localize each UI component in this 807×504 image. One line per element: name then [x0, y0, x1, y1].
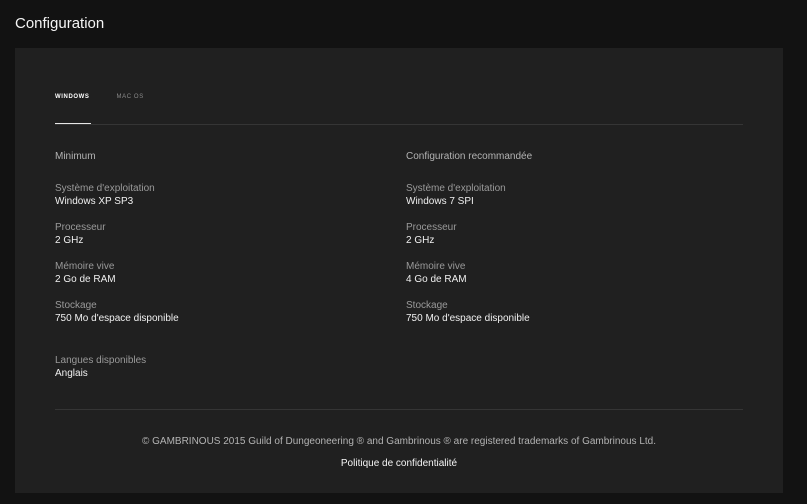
page: Configuration WINDOWS MAC OS Minimum Sys… [0, 0, 807, 504]
os-tabs: WINDOWS MAC OS [55, 94, 144, 126]
page-title: Configuration [15, 15, 105, 32]
minimum-column: Minimum Système d'exploitation Windows X… [55, 151, 355, 338]
recommended-column: Configuration recommandée Système d'expl… [406, 151, 706, 338]
tab-mac-os[interactable]: MAC OS [117, 94, 144, 126]
spec-label: Système d'exploitation [55, 183, 155, 194]
configuration-panel: WINDOWS MAC OS Minimum Système d'exploit… [15, 48, 783, 493]
spec-value: 2 Go de RAM [55, 274, 116, 285]
copyright-text: © GAMBRINOUS 2015 Guild of Dungeoneering… [141, 436, 656, 447]
tab-windows[interactable]: WINDOWS [55, 94, 91, 126]
spec-label: Processeur [406, 222, 457, 233]
spec-label: Stockage [55, 300, 97, 311]
languages-value: Anglais [55, 368, 88, 379]
spec-value: 2 GHz [406, 235, 435, 246]
min-spec-processor: Processeur 2 GHz [55, 221, 355, 247]
spec-label: Processeur [55, 222, 106, 233]
tabs-divider [55, 124, 743, 125]
spec-value: 750 Mo d'espace disponible [406, 313, 530, 324]
footer-divider [55, 409, 743, 410]
privacy-policy-link[interactable]: Politique de confidentialité [15, 458, 783, 469]
recommended-title: Configuration recommandée [406, 151, 533, 162]
spec-value: Windows 7 SPI [406, 196, 474, 207]
min-spec-storage: Stockage 750 Mo d'espace disponible [55, 299, 355, 325]
spec-value: 4 Go de RAM [406, 274, 467, 285]
spec-label: Système d'exploitation [406, 183, 506, 194]
spec-value: 750 Mo d'espace disponible [55, 313, 179, 324]
rec-spec-memory: Mémoire vive 4 Go de RAM [406, 260, 706, 286]
spec-label: Mémoire vive [55, 261, 115, 272]
spec-label: Mémoire vive [406, 261, 466, 272]
min-spec-memory: Mémoire vive 2 Go de RAM [55, 260, 355, 286]
languages-label: Langues disponibles [55, 355, 147, 366]
spec-value: 2 GHz [55, 235, 84, 246]
languages-section: Langues disponibles Anglais [55, 354, 146, 380]
min-spec-os: Système d'exploitation Windows XP SP3 [55, 182, 355, 208]
rec-spec-os: Système d'exploitation Windows 7 SPI [406, 182, 706, 208]
spec-label: Stockage [406, 300, 448, 311]
spec-value: Windows XP SP3 [55, 196, 134, 207]
rec-spec-storage: Stockage 750 Mo d'espace disponible [406, 299, 706, 325]
rec-spec-processor: Processeur 2 GHz [406, 221, 706, 247]
minimum-title: Minimum [55, 151, 96, 162]
